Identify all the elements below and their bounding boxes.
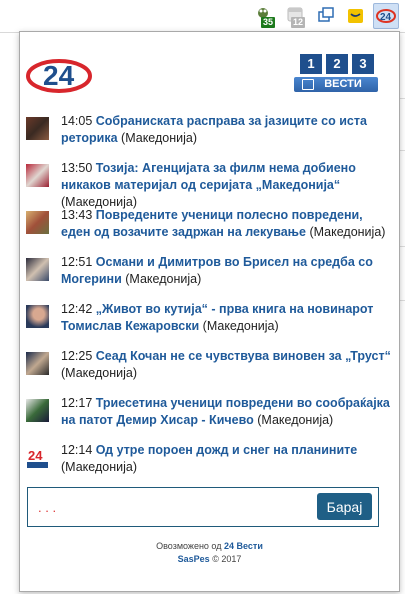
page-button-2[interactable]: 2	[326, 54, 348, 74]
frog-extension-icon[interactable]: 35	[255, 5, 277, 28]
windows-extension-icon[interactable]	[315, 5, 337, 27]
news-time: 12:42	[61, 302, 93, 316]
news-time: 12:14	[61, 443, 93, 457]
news-item[interactable]: 13:50 Тозија: Агенцијата за филм нема до…	[26, 160, 396, 209]
tv-icon	[302, 79, 314, 90]
vesti-label: ВЕСТИ	[324, 78, 362, 90]
news-title[interactable]: Османи и Димитров во Брисел на средба со…	[61, 255, 373, 286]
news-source: (Македонија)	[309, 225, 386, 239]
news-source: (Македонија)	[202, 319, 279, 333]
footer-prefix: Овозможено од	[156, 541, 222, 551]
news-text: 14:05 Собранискaта расправа за јазиците …	[61, 113, 391, 147]
vesti-link[interactable]: 24 Вести	[224, 541, 263, 551]
news-text: 12:51 Османи и Димитров во Брисел на сре…	[61, 254, 391, 288]
news-thumbnail	[26, 399, 49, 422]
news-list: 14:05 Собранискaта расправа за јазиците …	[26, 113, 396, 489]
news-item[interactable]: 14:05 Собранискaта расправа за јазиците …	[26, 113, 396, 160]
news-time: 13:43	[61, 208, 93, 222]
news-time: 13:50	[61, 161, 93, 175]
browser-toolbar: 35 12 24	[0, 0, 405, 33]
page-selector: 123 ВЕСТИ	[294, 54, 378, 92]
saspes-link[interactable]: SasPes	[178, 554, 210, 564]
news-time: 12:17	[61, 396, 93, 410]
news-source: (Македонија)	[257, 413, 334, 427]
news-time: 12:25	[61, 349, 93, 363]
news-text: 13:50 Тозија: Агенцијата за филм нема до…	[61, 160, 391, 211]
news-item[interactable]: 12:17 Триесетина ученици повредени во со…	[26, 395, 396, 442]
search-input[interactable]	[36, 496, 300, 518]
search-button[interactable]: Барај	[317, 493, 372, 520]
post-extension-icon[interactable]	[345, 5, 367, 27]
svg-text:24: 24	[28, 448, 43, 463]
page-button-1[interactable]: 1	[300, 54, 322, 74]
page-button-3[interactable]: 3	[352, 54, 374, 74]
news-text: 12:42 „Живот во кутија“ - прва книга на …	[61, 301, 391, 335]
news-time: 12:51	[61, 255, 93, 269]
news-item[interactable]: 12:51 Османи и Димитров во Брисел на сре…	[26, 254, 396, 301]
news-text: 12:14 Од утре пороен дожд и снег на план…	[61, 442, 391, 476]
news-text: 12:17 Триесетина ученици повредени во со…	[61, 395, 391, 429]
vesti-logo[interactable]: 24	[26, 54, 92, 96]
copyright-text: © 2017	[212, 554, 242, 564]
news-title[interactable]: Сеад Кочан не се чувствува виновен за „Т…	[96, 349, 391, 363]
news-source: (Македонија)	[125, 272, 202, 286]
search-box: Барај	[27, 487, 379, 527]
news-item[interactable]: 12:42 „Живот во кутија“ - прва книга на …	[26, 301, 396, 348]
news-title[interactable]: Собранискaта расправа за јазиците со ист…	[61, 114, 367, 145]
news-source: (Македонија)	[61, 460, 137, 474]
svg-text:24: 24	[380, 12, 392, 23]
logo-text: 24	[43, 60, 75, 91]
news-thumbnail	[26, 352, 49, 375]
news-title[interactable]: Тозија: Агенцијата за филм нема добиено …	[61, 161, 356, 192]
vesti-button[interactable]: ВЕСТИ	[294, 77, 378, 92]
news-thumbnail	[26, 211, 49, 234]
news-source: (Македонија)	[121, 131, 198, 145]
vesti-popup: 24 123 ВЕСТИ 14:05 Собранискaта расправа…	[19, 31, 400, 592]
news-title[interactable]: Триесетина ученици повредени во сообраќа…	[61, 396, 390, 427]
footer: Овозможено од 24 Вести SasPes © 2017	[20, 540, 399, 566]
news-thumbnail	[26, 258, 49, 281]
news-source: (Македонија)	[61, 366, 137, 380]
news-thumbnail	[26, 117, 49, 140]
calendar-extension-icon[interactable]: 12	[285, 5, 307, 28]
news-thumbnail	[26, 305, 49, 328]
gray-badge: 12	[291, 17, 306, 28]
news-text: 12:25 Сеад Кочан не се чувствува виновен…	[61, 348, 391, 382]
news-time: 14:05	[61, 114, 93, 128]
vesti-extension-icon[interactable]: 24	[373, 3, 399, 29]
news-item[interactable]: 12:25 Сеад Кочан не се чувствува виновен…	[26, 348, 396, 395]
news-thumbnail	[26, 164, 49, 187]
news-thumbnail: 24	[26, 446, 49, 469]
news-item[interactable]: 13:43 Повредените ученици полесно повред…	[26, 207, 396, 254]
green-badge: 35	[261, 17, 276, 28]
news-title[interactable]: Од утре пороен дожд и снег на планините	[96, 443, 357, 457]
news-item[interactable]: 24 12:14 Од утре пороен дожд и снег на п…	[26, 442, 396, 489]
news-text: 13:43 Повредените ученици полесно повред…	[61, 207, 391, 241]
